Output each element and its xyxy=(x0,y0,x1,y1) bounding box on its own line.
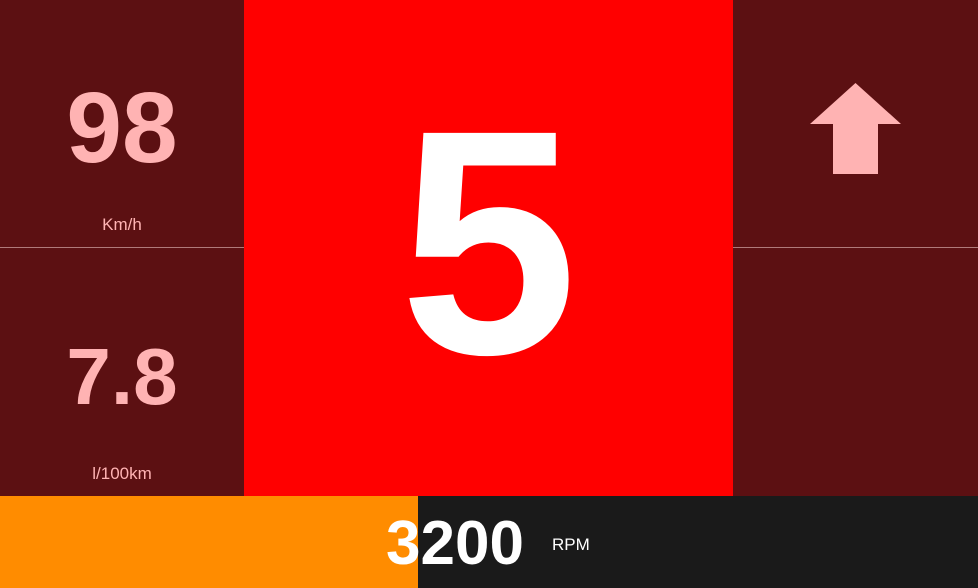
arrow-up-icon xyxy=(810,83,901,174)
speed-value: 98 xyxy=(66,72,178,184)
gear-panel: 5 xyxy=(244,0,733,496)
consumption-panel: 7.8 l/100km xyxy=(0,248,244,496)
rpm-fill xyxy=(0,496,418,588)
empty-panel xyxy=(733,248,978,496)
rpm-unit-label: RPM xyxy=(552,535,590,554)
rpm-value: 3200 xyxy=(386,509,524,578)
speed-unit-label: Km/h xyxy=(102,215,142,234)
consumption-unit-label: l/100km xyxy=(92,464,152,483)
gear-value: 5 xyxy=(399,63,578,421)
dashboard: 98 Km/h 7.8 l/100km 5 3200 RPM xyxy=(0,0,978,588)
consumption-value: 7.8 xyxy=(66,332,178,421)
speed-panel: 98 Km/h xyxy=(0,0,244,247)
